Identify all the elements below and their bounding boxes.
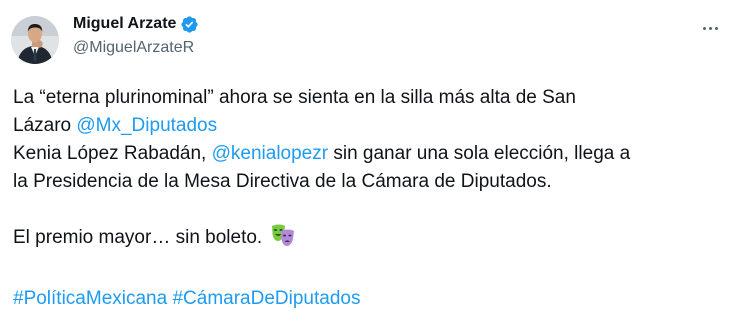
tweet-line-3: Kenia López Rabadán, @kenialopezr sin ga… — [13, 140, 713, 168]
mention-kenialopezr[interactable]: @kenialopezr — [212, 143, 328, 164]
tweet-text-segment: El premio mayor… sin boleto. — [13, 227, 268, 248]
tweet-line-2: Lázaro @Mx_Diputados — [13, 112, 713, 140]
avatar[interactable] — [11, 16, 59, 64]
author-handle[interactable]: @MiguelArzateR — [73, 38, 194, 58]
performing-arts-icon — [270, 224, 296, 257]
tweet-text-segment: sin ganar una sola elección, llega a — [328, 143, 631, 164]
tweet-line-5: El premio mayor… sin boleto. — [13, 224, 713, 257]
hashtag-camara-de-diputados[interactable]: #CámaraDeDiputados — [172, 288, 360, 309]
author-display-name[interactable]: Miguel Arzate — [73, 14, 176, 34]
tweet-line-4: la Presidencia de la Mesa Directiva de l… — [13, 171, 552, 192]
hashtag-politica-mexicana[interactable]: #PolíticaMexicana — [13, 288, 167, 309]
more-options-icon[interactable] — [698, 18, 722, 38]
profile-photo — [11, 16, 59, 64]
mention-mx-diputados[interactable]: @Mx_Diputados — [76, 115, 217, 136]
tweet-text: La “eterna plurinominal” ahora se sienta… — [13, 84, 713, 313]
tweet-card: Miguel Arzate @MiguelArzateR La “eterna … — [0, 0, 732, 327]
verified-badge-icon[interactable] — [180, 15, 199, 34]
tweet-text-segment: Lázaro — [13, 115, 77, 136]
author-name-row: Miguel Arzate — [73, 14, 199, 34]
tweet-text-segment: Kenia López Rabadán, — [13, 143, 212, 164]
tweet-line-1: La “eterna plurinominal” ahora se sienta… — [13, 87, 576, 108]
tweet-line-hashtags: #PolíticaMexicana #CámaraDeDiputados — [13, 285, 713, 313]
